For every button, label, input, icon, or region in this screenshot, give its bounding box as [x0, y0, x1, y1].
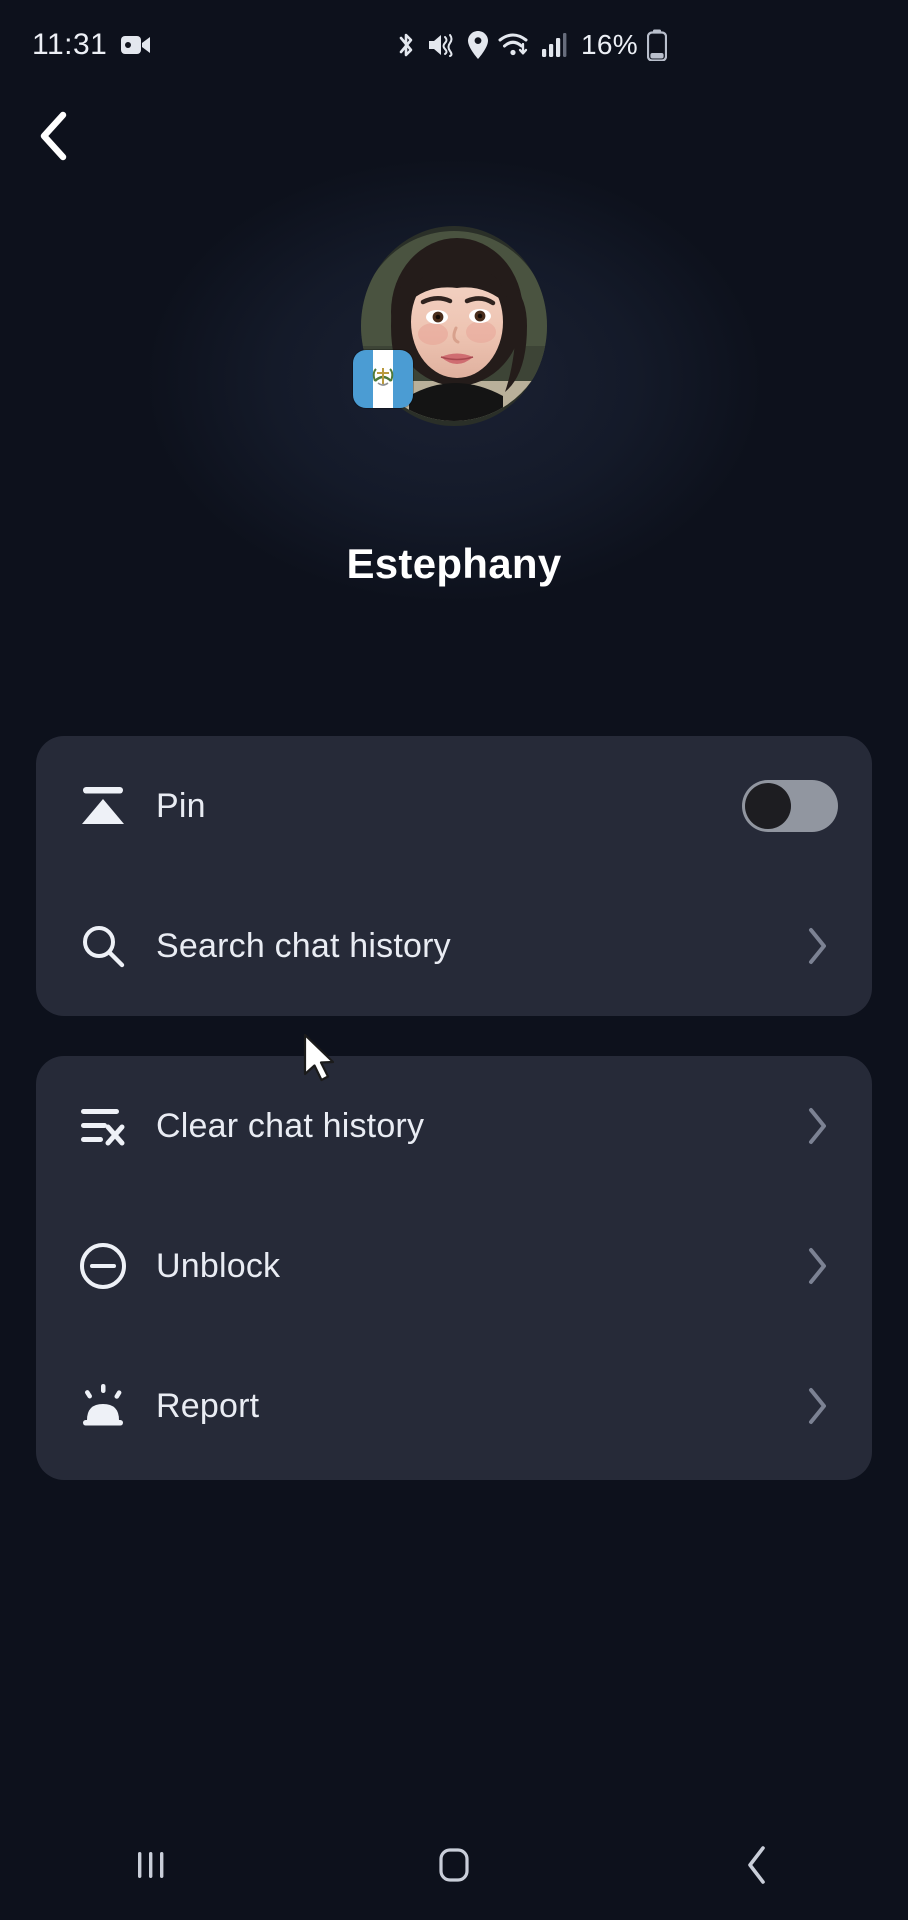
location-icon: [467, 30, 489, 60]
row-label-unblock: Unblock: [156, 1246, 281, 1285]
battery-icon: [646, 29, 668, 62]
preferences-card: Pin Search chat history: [36, 736, 872, 1016]
row-unblock[interactable]: Unblock: [36, 1196, 872, 1336]
back-button[interactable]: [16, 98, 92, 174]
status-bar-left: 11:31: [32, 0, 151, 90]
row-pin[interactable]: Pin: [36, 736, 872, 876]
status-bar-right: 16%: [395, 0, 668, 90]
chevron-right-icon: [798, 1106, 838, 1146]
avatar[interactable]: [353, 226, 547, 426]
actions-card: Clear chat history Unblock Report: [36, 1056, 872, 1480]
chevron-right-icon: [798, 926, 838, 966]
row-search-chat-history[interactable]: Search chat history: [36, 876, 872, 1016]
recents-button[interactable]: [81, 1825, 221, 1905]
android-nav-bar: [0, 1810, 908, 1920]
pin-toggle-knob: [745, 783, 791, 829]
row-clear-chat-history[interactable]: Clear chat history: [36, 1056, 872, 1196]
home-icon: [434, 1845, 474, 1885]
row-report[interactable]: Report: [36, 1336, 872, 1476]
bluetooth-icon: [395, 30, 417, 60]
recents-icon: [130, 1846, 172, 1884]
header-glow: [24, 120, 884, 740]
row-label-pin: Pin: [156, 786, 206, 825]
cellular-signal-icon: [541, 32, 567, 58]
pin-toggle[interactable]: [742, 780, 838, 832]
profile-name: Estephany: [346, 540, 562, 587]
chevron-right-icon: [798, 1246, 838, 1286]
back-icon: [743, 1844, 771, 1886]
wifi-icon: [498, 31, 532, 59]
mute-vibrate-icon: [426, 30, 458, 60]
guatemala-flag-icon: [353, 350, 413, 408]
pin-icon: [72, 775, 134, 837]
chevron-right-icon: [798, 1386, 838, 1426]
report-alarm-icon: [72, 1375, 134, 1437]
chevron-left-icon: [36, 110, 72, 162]
row-label-clear-chat-history: Clear chat history: [156, 1106, 425, 1145]
battery-percent: 16%: [581, 29, 638, 60]
screen-record-icon: [121, 34, 151, 56]
row-label-report: Report: [156, 1386, 260, 1425]
unblock-icon: [72, 1235, 134, 1297]
nav-back-button[interactable]: [687, 1825, 827, 1905]
row-label-search-chat-history: Search chat history: [156, 926, 451, 965]
status-time: 11:31: [32, 28, 108, 61]
search-icon: [72, 915, 134, 977]
clear-history-icon: [72, 1095, 134, 1157]
status-bar: 11:31 16%: [0, 0, 908, 90]
home-button[interactable]: [384, 1825, 524, 1905]
